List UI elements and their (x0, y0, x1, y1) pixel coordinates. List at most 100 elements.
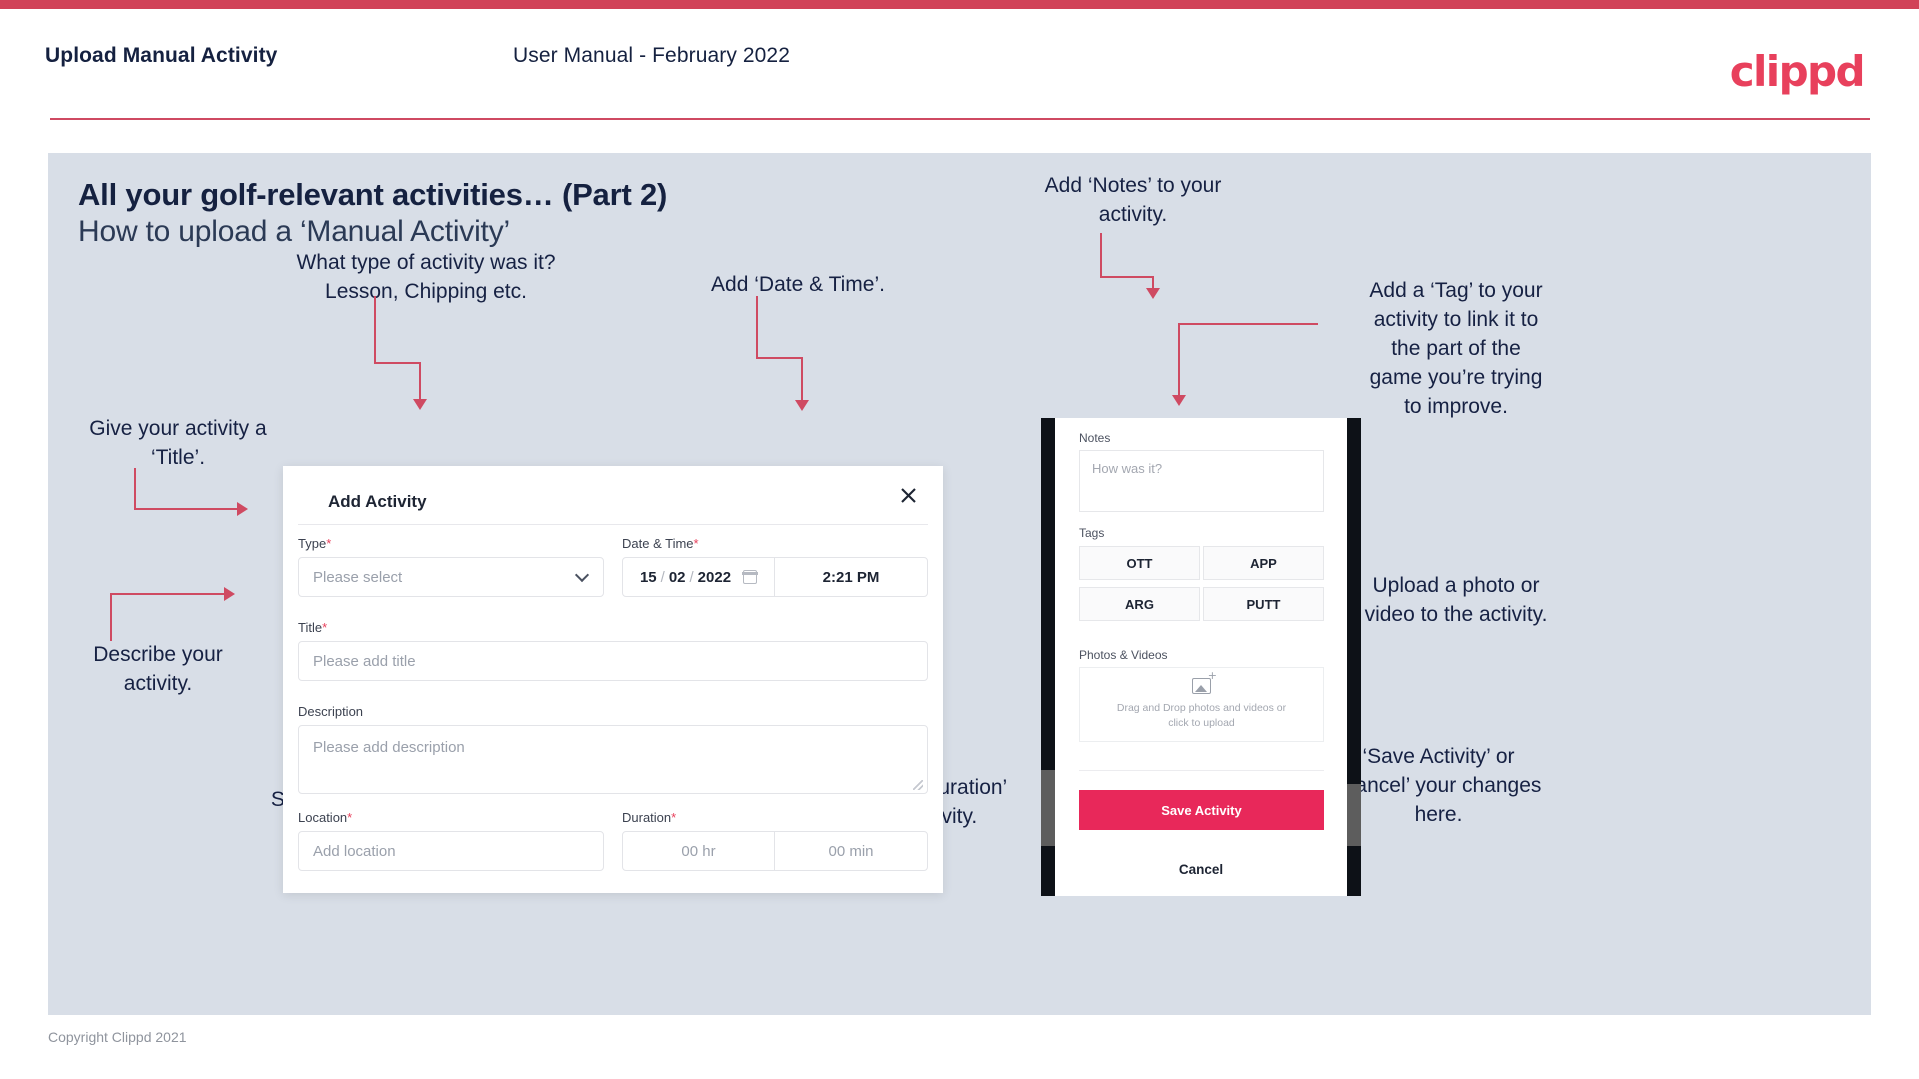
connector-title-v (134, 468, 136, 510)
header-divider (50, 118, 1870, 120)
connector-tags-arrow (1172, 395, 1186, 406)
photos-label: Photos & Videos (1079, 648, 1168, 662)
connector-datetime-arrow (795, 400, 809, 411)
footer-copyright: Copyright Clippd 2021 (48, 1029, 187, 1045)
dropzone-text: Drag and Drop photos and videos or click… (1117, 701, 1286, 731)
type-label: Type* (298, 536, 331, 551)
dialog-title: Add Activity (328, 492, 427, 511)
annotation-description: Describe your activity. (93, 643, 223, 695)
description-label: Description (298, 704, 363, 719)
annotation-datetime: Add ‘Date & Time’. (711, 273, 885, 296)
dialog-divider (298, 524, 928, 525)
date-month: 02 (668, 568, 686, 586)
connector-datetime-v1 (756, 296, 758, 359)
page-header: Upload Manual Activity User Manual - Feb… (0, 9, 1919, 127)
notes-label: Notes (1079, 431, 1111, 445)
page-title: All your golf-relevant activities… (Part… (78, 177, 668, 212)
connector-type-arrow (413, 399, 427, 410)
top-accent-bar (0, 0, 1919, 9)
location-input[interactable]: Add location (298, 831, 604, 871)
duration-minutes-input[interactable]: 00 min (775, 832, 927, 870)
connector-datetime-v2 (801, 357, 803, 402)
title-input[interactable]: Please add title (298, 641, 928, 681)
annotation-notes: Add ‘Notes’ to your activity. (1044, 174, 1222, 226)
connector-notes-arrow (1146, 288, 1160, 299)
connector-notes-h (1100, 276, 1154, 278)
duration-field: 00 hr 00 min (622, 831, 928, 871)
tag-button-app[interactable]: APP (1203, 546, 1324, 580)
header-subtitle: User Manual - February 2022 (513, 44, 790, 67)
add-activity-dialog: Add Activity Type* Please select Date & … (283, 466, 943, 893)
close-icon[interactable] (891, 478, 925, 512)
duration-required: * (671, 810, 677, 825)
time-input[interactable]: 2:21 PM (775, 558, 927, 596)
connector-notes-v1 (1100, 233, 1102, 278)
location-label-text: Location (298, 810, 348, 825)
duration-hours-input[interactable]: 00 hr (623, 832, 775, 870)
connector-type-v2 (419, 362, 421, 401)
location-placeholder: Add location (313, 842, 396, 860)
date-sep-1: / (660, 568, 665, 586)
chevron-down-icon (574, 567, 590, 583)
tag-button-ott[interactable]: OTT (1079, 546, 1200, 580)
date-day: 15 (639, 568, 657, 586)
duration-label: Duration* (622, 810, 676, 825)
connector-type-h (374, 362, 421, 364)
connector-desc-arrow (224, 587, 235, 601)
title-label-text: Title (298, 620, 323, 635)
dropzone-line-1: Drag and Drop photos and videos or (1116, 702, 1287, 714)
page-subtitle: How to upload a ‘Manual Activity’ (78, 215, 510, 248)
location-label: Location* (298, 810, 352, 825)
datetime-label: Date & Time* (622, 536, 699, 551)
save-activity-button[interactable]: Save Activity (1079, 790, 1324, 830)
time-value: 2:21 PM (822, 568, 880, 586)
resize-handle-icon[interactable] (913, 780, 923, 790)
header-title: Upload Manual Activity (45, 44, 278, 67)
notes-placeholder: How was it? (1092, 461, 1163, 476)
type-required: * (326, 536, 332, 551)
calendar-icon[interactable] (742, 570, 758, 584)
phone-mockup: Notes How was it? Tags OTT APP ARG PUTT … (1041, 418, 1361, 896)
phone-divider (1079, 770, 1324, 771)
connector-desc-h (110, 593, 226, 595)
datetime-label-text: Date & Time (622, 536, 694, 551)
connector-title-arrow (237, 502, 248, 516)
photo-dropzone[interactable]: Drag and Drop photos and videos or click… (1079, 667, 1324, 742)
dropzone-line-2: click to upload (1168, 717, 1235, 729)
phone-screen: Notes How was it? Tags OTT APP ARG PUTT … (1055, 418, 1347, 896)
connector-title-h (134, 508, 239, 510)
phone-side-button-right (1347, 784, 1361, 846)
connector-tags-h (1178, 323, 1318, 325)
phone-side-button-left (1041, 770, 1055, 846)
description-textarea[interactable]: Please add description (298, 725, 928, 794)
location-required: * (347, 810, 353, 825)
duration-label-text: Duration (622, 810, 672, 825)
connector-type-v1 (374, 296, 376, 364)
tags-label: Tags (1079, 526, 1105, 540)
clippd-logo: clippd (1729, 47, 1866, 96)
date-sep-2: / (689, 568, 694, 586)
datetime-required: * (693, 536, 699, 551)
tag-button-putt[interactable]: PUTT (1203, 587, 1324, 621)
connector-desc-v (110, 593, 112, 641)
title-placeholder: Please add title (313, 652, 416, 670)
cancel-button[interactable]: Cancel (1055, 862, 1347, 877)
annotation-tags: Add a ‘Tag’ to your activity to link it … (1369, 279, 1543, 418)
title-label: Title* (298, 620, 327, 635)
tag-button-arg[interactable]: ARG (1079, 587, 1200, 621)
description-placeholder: Please add description (313, 739, 465, 756)
date-year: 2022 (697, 568, 732, 586)
duration-minutes-value: 00 min (828, 842, 874, 860)
connector-tags-v (1178, 323, 1180, 397)
annotation-type: What type of activity was it? Lesson, Ch… (296, 251, 556, 303)
duration-hours-value: 00 hr (681, 842, 716, 860)
type-select[interactable]: Please select (298, 557, 604, 597)
date-input[interactable]: 15 / 02 / 2022 (623, 558, 775, 596)
description-label-text: Description (298, 704, 364, 719)
notes-input[interactable]: How was it? (1079, 450, 1324, 512)
type-label-text: Type (298, 536, 327, 551)
connector-datetime-h (756, 357, 803, 359)
type-placeholder: Please select (313, 568, 403, 586)
title-required: * (322, 620, 328, 635)
add-image-icon (1192, 670, 1217, 694)
